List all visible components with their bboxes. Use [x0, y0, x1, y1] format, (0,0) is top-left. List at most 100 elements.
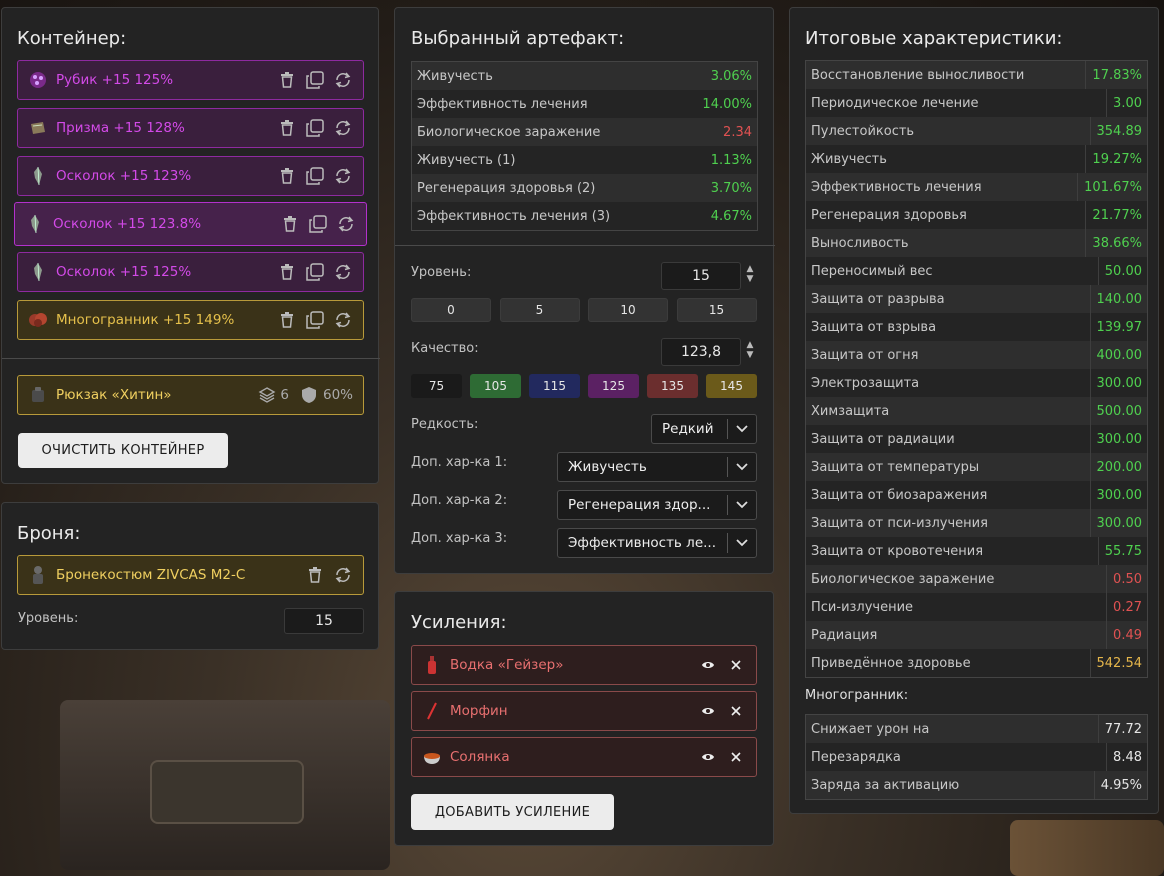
- stat-value: 101.67%: [1077, 173, 1142, 201]
- boost-label: Морфин: [450, 703, 508, 719]
- quality-preset-button[interactable]: 105: [470, 374, 521, 398]
- stat-row: Регенерация здоровья (2) 3.70%: [412, 174, 757, 202]
- boosts-panel: Усиления: Водка «Гейзер» Морфин Солянка ДО…: [394, 591, 774, 846]
- eye-icon[interactable]: [698, 655, 718, 675]
- trash-icon[interactable]: [277, 118, 297, 138]
- quality-preset-button[interactable]: 125: [588, 374, 639, 398]
- artifact-divider: [395, 245, 775, 246]
- container-item[interactable]: Рубик +15 125%: [17, 60, 364, 100]
- extra2-select[interactable]: Регенерация здор...: [557, 490, 757, 520]
- stat-row: Защита от пси-излучения 300.00: [806, 509, 1147, 537]
- shard-icon: [25, 214, 45, 234]
- stat-value: 400.00: [1089, 341, 1142, 369]
- container-item[interactable]: Призма +15 128%: [17, 108, 364, 148]
- container-item[interactable]: Осколок +15 123.8%: [14, 202, 367, 246]
- container-item[interactable]: Осколок +15 125%: [17, 252, 364, 292]
- trash-icon[interactable]: [305, 565, 325, 585]
- extra3-select[interactable]: Эффективность ле...: [557, 528, 757, 558]
- stat-name: Защита от разрыва: [811, 291, 945, 307]
- copy-icon[interactable]: [305, 166, 325, 186]
- level-preset-button[interactable]: 10: [588, 298, 668, 322]
- quality-preset-button[interactable]: 145: [706, 374, 757, 398]
- trash-icon[interactable]: [277, 70, 297, 90]
- stat-row: Эффективность лечения 101.67%: [806, 173, 1147, 201]
- stat-name: Эффективность лечения: [417, 96, 588, 112]
- eye-icon[interactable]: [698, 747, 718, 767]
- replace-icon[interactable]: [333, 166, 353, 186]
- replace-icon[interactable]: [336, 214, 356, 234]
- stat-value: 300.00: [1089, 509, 1142, 537]
- copy-icon[interactable]: [305, 310, 325, 330]
- totals-title: Итоговые характеристики:: [805, 28, 1063, 49]
- rarity-select[interactable]: Редкий: [651, 414, 757, 444]
- stat-name: Биологическое заражение: [811, 571, 995, 587]
- copy-icon[interactable]: [305, 262, 325, 282]
- level-input[interactable]: 15: [661, 262, 741, 290]
- container-item[interactable]: Осколок +15 123%: [17, 156, 364, 196]
- trash-icon[interactable]: [277, 166, 297, 186]
- copy-icon[interactable]: [305, 118, 325, 138]
- boost-item[interactable]: Солянка: [411, 737, 757, 777]
- level-preset-button[interactable]: 5: [499, 298, 580, 322]
- stat-name: Перезарядка: [811, 749, 901, 765]
- clear-container-button[interactable]: ОЧИСТИТЬ КОНТЕЙНЕР: [18, 433, 228, 468]
- container-title: Контейнер:: [17, 28, 127, 49]
- bottle-icon: [422, 655, 442, 675]
- quality-preset-button[interactable]: 135: [647, 374, 698, 398]
- replace-icon[interactable]: [333, 565, 353, 585]
- level-preset-button[interactable]: 0: [411, 298, 491, 322]
- boost-label: Солянка: [450, 749, 510, 765]
- replace-icon[interactable]: [333, 262, 353, 282]
- backpack-item[interactable]: Рюкзак «Хитин» 6 60%: [17, 375, 364, 415]
- trash-icon[interactable]: [280, 214, 300, 234]
- chevron-down-icon: [727, 533, 756, 553]
- stat-value: 1.13%: [710, 152, 752, 168]
- armor-item[interactable]: Бронекостюм ZIVCAS M2-C: [17, 555, 364, 595]
- add-boost-button[interactable]: ДОБАВИТЬ УСИЛЕНИЕ: [411, 794, 614, 830]
- stat-name: Эффективность лечения (3): [417, 208, 611, 224]
- stat-name: Восстановление выносливости: [811, 67, 1025, 83]
- quality-spinner[interactable]: ▲ ▼: [744, 340, 756, 360]
- stat-value: 14.00%: [702, 96, 752, 112]
- stat-value: 300.00: [1089, 425, 1142, 453]
- close-icon[interactable]: [726, 747, 746, 767]
- stat-row: Защита от кровотечения 55.75: [806, 537, 1147, 565]
- stat-value: 300.00: [1089, 481, 1142, 509]
- stat-name: Живучесть: [417, 68, 493, 84]
- replace-icon[interactable]: [333, 70, 353, 90]
- soup-bowl-icon: [422, 747, 442, 767]
- boost-item[interactable]: Морфин: [411, 691, 757, 731]
- close-icon[interactable]: [726, 701, 746, 721]
- stat-row: Химзащита 500.00: [806, 397, 1147, 425]
- stat-name: Пулестойкость: [811, 123, 915, 139]
- eye-icon[interactable]: [698, 701, 718, 721]
- totals-stats-table: Восстановление выносливости 17.83% Периоди…: [805, 60, 1148, 678]
- copy-icon[interactable]: [305, 70, 325, 90]
- level-spinner[interactable]: ▲ ▼: [744, 264, 756, 284]
- armor-level-input[interactable]: 15: [284, 608, 364, 634]
- close-icon[interactable]: [726, 655, 746, 675]
- extra1-select[interactable]: Живучесть: [557, 452, 757, 482]
- container-item[interactable]: Многогранник +15 149%: [17, 300, 364, 340]
- polyhedron-stats-table: Снижает урон на 77.72 Перезарядка 8.48 Заряд…: [805, 714, 1148, 800]
- stat-row: Снижает урон на 77.72: [806, 715, 1147, 743]
- stat-row: Живучесть (1) 1.13%: [412, 146, 757, 174]
- container-divider: [2, 358, 380, 359]
- stat-name: Биологическое заражение: [417, 124, 601, 140]
- extra2-value: Регенерация здор...: [568, 497, 711, 513]
- replace-icon[interactable]: [333, 310, 353, 330]
- copy-icon[interactable]: [308, 214, 328, 234]
- level-preset-button[interactable]: 15: [676, 298, 757, 322]
- replace-icon[interactable]: [333, 118, 353, 138]
- shard-icon: [28, 166, 48, 186]
- stat-row: Переносимый вес 50.00: [806, 257, 1147, 285]
- stat-name: Защита от пси-излучения: [811, 515, 988, 531]
- quality-preset-button[interactable]: 75: [411, 374, 462, 398]
- quality-label: Качество:: [411, 341, 479, 356]
- stat-row: Электрозащита 300.00: [806, 369, 1147, 397]
- boost-item[interactable]: Водка «Гейзер»: [411, 645, 757, 685]
- trash-icon[interactable]: [277, 262, 297, 282]
- quality-preset-button[interactable]: 115: [529, 374, 580, 398]
- trash-icon[interactable]: [277, 310, 297, 330]
- quality-input[interactable]: 123,8: [661, 338, 741, 366]
